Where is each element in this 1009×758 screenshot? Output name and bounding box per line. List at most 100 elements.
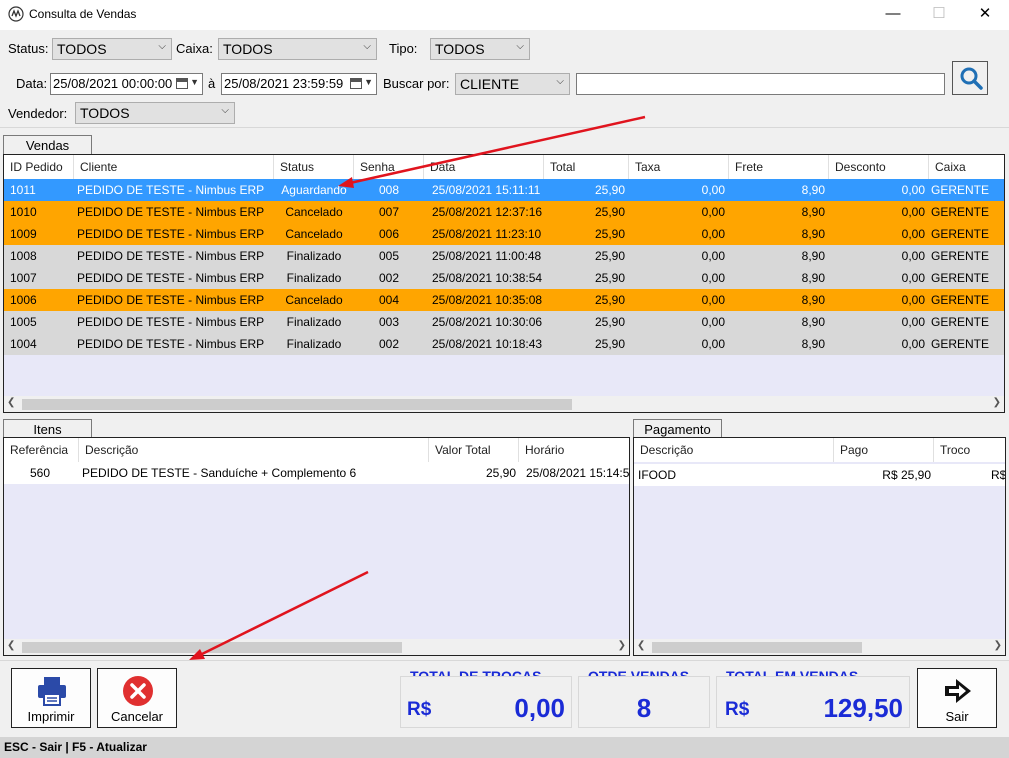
search-button[interactable] [952,61,988,95]
scroll-left-icon[interactable]: ❮ [7,640,15,651]
date-to-picker[interactable]: 25/08/2021 23:59:59 ▼ [221,73,377,95]
vendas-hscrollbar[interactable]: ❮ ❯ [4,396,1004,412]
table-row[interactable]: 560 PEDIDO DE TESTE - Sanduíche + Comple… [4,462,629,484]
col-pag-descricao[interactable]: Descrição [634,438,834,462]
tipo-select[interactable]: TODOS ⌵ [430,38,530,60]
table-row[interactable]: 1006 PEDIDO DE TESTE - Nimbus ERP Cancelad… [4,289,1004,311]
table-row[interactable]: 1005 PEDIDO DE TESTE - Nimbus ERP Finaliza… [4,311,1004,333]
cell-id: 1010 [10,205,37,219]
imprimir-button[interactable]: Imprimir [11,668,91,728]
col-status[interactable]: Status [274,155,354,179]
tab-vendas[interactable]: Vendas [3,135,92,155]
table-row[interactable]: 1008 PEDIDO DE TESTE - Nimbus ERP Finaliza… [4,245,1004,267]
cell-cliente: PEDIDO DE TESTE - Nimbus ERP [77,293,265,307]
cell-status: Cancelado [285,205,343,219]
col-total[interactable]: Total [544,155,629,179]
itens-grid: Referência Descrição Valor Total Horário… [3,437,630,656]
cell-id: 1006 [10,293,37,307]
status-select[interactable]: TODOS ⌵ [52,38,172,60]
caixa-select[interactable]: TODOS ⌵ [218,38,377,60]
date-from-picker[interactable]: 25/08/2021 00:00:00 ▼ [50,73,203,95]
cell-total: 25,90 [594,227,625,241]
item-ref: 560 [29,466,50,480]
col-cliente[interactable]: Cliente [74,155,274,179]
divider [0,660,1009,661]
col-horario[interactable]: Horário [519,438,629,462]
col-taxa[interactable]: Taxa [629,155,729,179]
col-pago[interactable]: Pago [834,438,934,462]
minimize-button[interactable]: — [870,0,916,28]
app-icon [8,6,24,22]
cancelar-button[interactable]: Cancelar [97,668,177,728]
cell-caixa: GERENTE [931,183,990,197]
cell-desconto: 0,00 [901,227,925,241]
cell-taxa: 0,00 [701,315,725,329]
table-row[interactable]: IFOOD R$ 25,90 R$ [634,464,1005,486]
table-row[interactable]: 1010 PEDIDO DE TESTE - Nimbus ERP Cancelad… [4,201,1004,223]
item-desc: PEDIDO DE TESTE - Sanduíche + Complement… [82,466,357,480]
cell-total: 25,90 [594,205,625,219]
pag-troco: R$ [991,468,1006,482]
tab-itens[interactable]: Itens [3,419,92,439]
cancel-icon [123,676,153,706]
col-id-pedido[interactable]: ID Pedido [4,155,74,179]
cell-caixa: GERENTE [931,293,990,307]
vendas-grid-header: ID Pedido Cliente Status Senha Data Tota… [4,155,1004,179]
scroll-thumb[interactable] [22,642,402,653]
col-frete[interactable]: Frete [729,155,829,179]
cell-frete: 8,90 [801,271,825,285]
cell-status: Cancelado [285,293,343,307]
imprimir-label: Imprimir [27,709,75,724]
cell-status: Aguardando [281,183,347,197]
cell-desconto: 0,00 [901,293,925,307]
col-data[interactable]: Data [424,155,544,179]
col-caixa[interactable]: Caixa [929,155,1004,179]
table-row[interactable]: 1004 PEDIDO DE TESTE - Nimbus ERP Finaliza… [4,333,1004,355]
cell-senha: 005 [378,249,400,263]
col-descricao[interactable]: Descrição [79,438,429,462]
cell-desconto: 0,00 [901,205,925,219]
col-valor-total[interactable]: Valor Total [429,438,519,462]
itens-hscrollbar[interactable]: ❮ ❯ [4,639,629,655]
table-row[interactable]: 1007 PEDIDO DE TESTE - Nimbus ERP Finaliza… [4,267,1004,289]
chevron-down-icon: ⌵ [158,41,166,52]
total-vendas-value: 129,50 [823,693,903,723]
title-bar: Consulta de Vendas — ☐ ✕ [0,0,1009,30]
scroll-left-icon[interactable]: ❮ [7,397,15,408]
cell-id: 1004 [10,337,37,351]
table-row[interactable]: 1009 PEDIDO DE TESTE - Nimbus ERP Cancelad… [4,223,1004,245]
scroll-right-icon[interactable]: ❯ [618,640,626,651]
col-referencia[interactable]: Referência [4,438,79,462]
cell-taxa: 0,00 [701,227,725,241]
cell-caixa: GERENTE [931,337,990,351]
scroll-left-icon[interactable]: ❮ [637,640,645,651]
vendedor-select[interactable]: TODOS ⌵ [75,102,235,124]
cell-cliente: PEDIDO DE TESTE - Nimbus ERP [77,249,265,263]
sair-button[interactable]: Sair [917,668,997,728]
maximize-button[interactable]: ☐ [916,0,962,28]
col-desconto[interactable]: Desconto [829,155,929,179]
tab-pagamento[interactable]: Pagamento [633,419,722,439]
cell-desconto: 0,00 [901,271,925,285]
pagamento-hscrollbar[interactable]: ❮ ❯ [634,639,1005,655]
table-row[interactable]: 1011 PEDIDO DE TESTE - Nimbus ERP Aguardan… [4,179,1004,201]
status-label: Status: [8,41,49,56]
col-senha[interactable]: Senha [354,155,424,179]
cell-total: 25,90 [594,249,625,263]
vendedor-label: Vendedor: [8,106,68,121]
caixa-value: TODOS [223,41,273,57]
vendas-grid: ID Pedido Cliente Status Senha Data Tota… [3,154,1005,413]
buscar-select[interactable]: CLIENTE ⌵ [455,73,570,95]
close-button[interactable]: ✕ [962,0,1008,28]
scroll-thumb[interactable] [22,399,572,410]
search-input[interactable] [576,73,945,95]
scroll-right-icon[interactable]: ❯ [994,640,1002,651]
scroll-right-icon[interactable]: ❯ [993,397,1001,408]
col-troco[interactable]: Troco [934,438,1005,462]
pagamento-grid-header: Descrição Pago Troco [634,438,1005,462]
scroll-thumb[interactable] [652,642,862,653]
cell-id: 1011 [10,183,36,197]
cell-caixa: GERENTE [931,271,990,285]
cell-status: Cancelado [285,227,343,241]
cell-taxa: 0,00 [701,249,725,263]
